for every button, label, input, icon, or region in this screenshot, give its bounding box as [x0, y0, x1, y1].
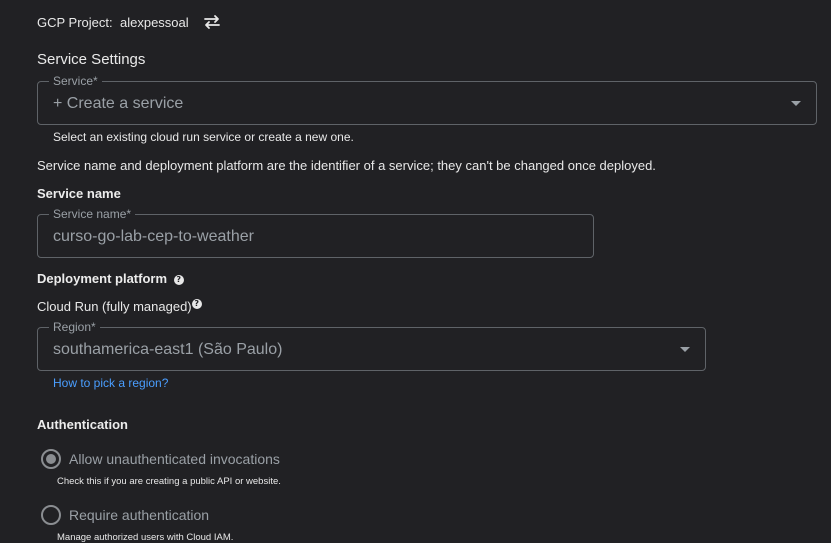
project-name: alexpessoal [120, 15, 189, 30]
swap-horizontal-icon[interactable] [202, 12, 222, 32]
deployment-platform-heading-text: Deployment platform [37, 271, 168, 286]
service-select[interactable]: Service* + Create a service [37, 74, 817, 125]
allow-unauthenticated-label[interactable]: Allow unauthenticated invocations [69, 451, 280, 467]
region-select-label: Region* [49, 320, 100, 334]
allow-unauthenticated-description: Check this if you are creating a public … [57, 476, 281, 487]
service-name-field[interactable]: Service name* curso-go-lab-cep-to-weathe… [37, 207, 594, 258]
platform-name: Cloud Run (fully managed) [37, 299, 192, 314]
service-select-value: + Create a service [53, 95, 184, 112]
authentication-heading: Authentication [37, 417, 128, 432]
service-name-field-value[interactable]: curso-go-lab-cep-to-weather [53, 227, 254, 247]
region-select[interactable]: Region* southamerica-east1 (São Paulo) [37, 320, 706, 371]
radio-selected-dot [46, 454, 56, 464]
require-authentication-radio[interactable] [41, 505, 61, 525]
help-icon[interactable]: ? [191, 299, 202, 309]
service-select-hint: Select an existing cloud run service or … [53, 130, 354, 144]
service-select-label: Service* [49, 74, 102, 88]
help-icon[interactable]: ? [173, 274, 184, 285]
service-name-field-label: Service name* [49, 207, 136, 221]
project-label: GCP Project: [37, 15, 113, 30]
region-help-link[interactable]: How to pick a region? [53, 376, 168, 390]
deployment-platform-heading: Deployment platform ? [37, 271, 184, 286]
dropdown-arrow-icon[interactable] [791, 101, 801, 106]
dropdown-arrow-icon[interactable] [680, 347, 690, 352]
service-name-heading: Service name [37, 186, 121, 201]
service-info-text: Service name and deployment platform are… [37, 158, 656, 173]
deployment-platform-value: Cloud Run (fully managed)? [37, 299, 202, 314]
require-authentication-label[interactable]: Require authentication [69, 507, 209, 523]
service-settings-title: Service Settings [37, 51, 146, 68]
allow-unauthenticated-radio[interactable] [41, 449, 61, 469]
region-select-value: southamerica-east1 (São Paulo) [53, 341, 283, 358]
